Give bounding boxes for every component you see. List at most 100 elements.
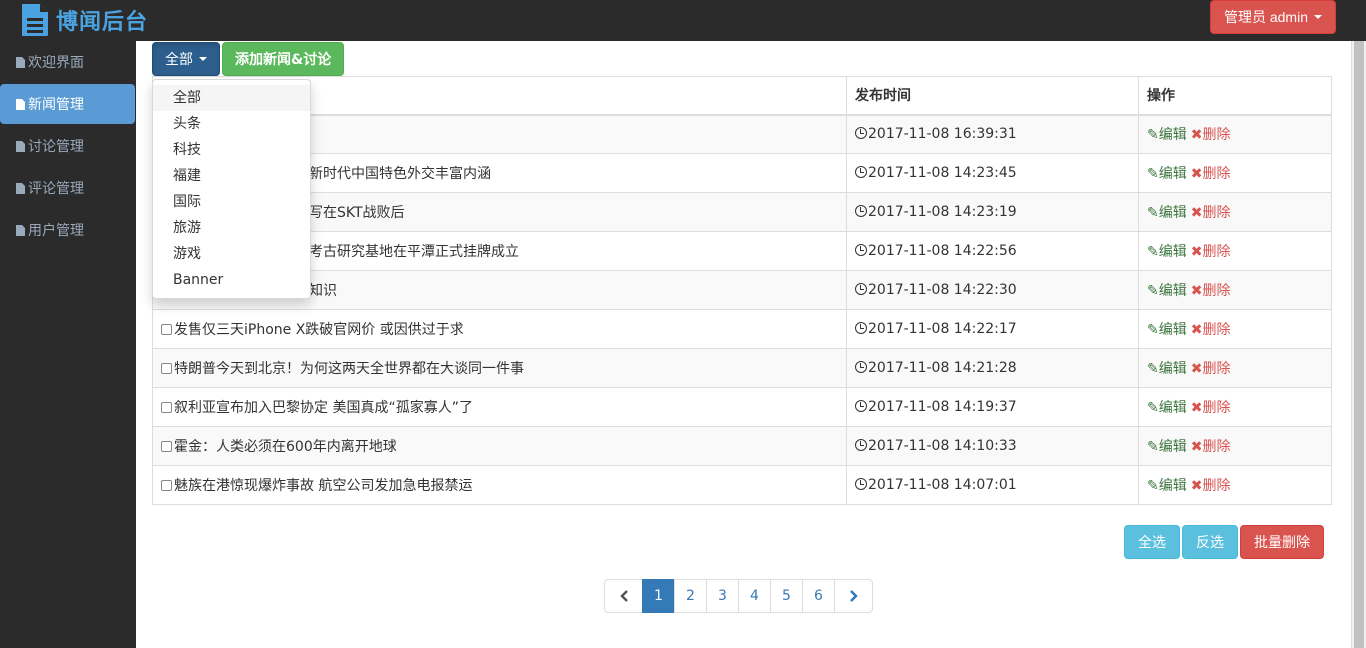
time-cell: 2017-11-08 14:22:30 bbox=[846, 270, 1139, 310]
page-6-button[interactable]: 6 bbox=[802, 579, 835, 613]
edit-link[interactable]: ✎编辑 bbox=[1147, 478, 1187, 494]
admin-menu-button[interactable]: 管理员 admin bbox=[1209, 0, 1336, 34]
page-5-button[interactable]: 5 bbox=[770, 579, 803, 613]
news-title: 新时代中国特色外交丰富内涵 bbox=[309, 166, 491, 182]
select-all-button[interactable]: 全选 bbox=[1124, 525, 1180, 559]
logo[interactable]: 博闻后台 bbox=[20, 2, 148, 38]
dropdown-option[interactable]: 游戏 bbox=[153, 241, 310, 267]
dropdown-option[interactable]: 头条 bbox=[153, 111, 310, 137]
dropdown-option[interactable]: 全部 bbox=[153, 85, 310, 111]
edit-label: 编辑 bbox=[1158, 439, 1187, 455]
category-filter-button[interactable]: 全部 bbox=[152, 42, 220, 76]
publish-time: 2017-11-08 14:23:45 bbox=[868, 165, 1017, 181]
delete-label: 删除 bbox=[1202, 361, 1231, 377]
pencil-icon: ✎ bbox=[1147, 361, 1159, 377]
publish-time: 2017-11-08 16:39:31 bbox=[868, 126, 1017, 143]
prev-page-button[interactable] bbox=[604, 579, 643, 613]
delete-link[interactable]: ✖删除 bbox=[1191, 127, 1231, 143]
file-icon bbox=[16, 224, 25, 236]
title-cell: 叙利亚宣布加入巴黎协定 美国真成“孤家寡人”了 bbox=[152, 387, 847, 427]
delete-link[interactable]: ✖删除 bbox=[1191, 322, 1231, 338]
edit-link[interactable]: ✎编辑 bbox=[1147, 361, 1187, 377]
row-checkbox[interactable] bbox=[161, 402, 172, 413]
page-3-button[interactable]: 3 bbox=[706, 579, 739, 613]
publish-time: 2017-11-08 14:22:17 bbox=[868, 321, 1017, 337]
publish-time: 2017-11-08 14:19:37 bbox=[868, 399, 1017, 415]
delete-label: 删除 bbox=[1202, 439, 1231, 455]
delete-link[interactable]: ✖删除 bbox=[1191, 166, 1231, 182]
dropdown-option[interactable]: Banner bbox=[153, 267, 310, 293]
pencil-icon: ✎ bbox=[1147, 166, 1159, 182]
dropdown-option[interactable]: 国际 bbox=[153, 189, 310, 215]
ops-cell: ✎编辑 ✖删除 bbox=[1138, 309, 1332, 349]
remove-icon: ✖ bbox=[1190, 361, 1203, 377]
edit-link[interactable]: ✎编辑 bbox=[1147, 283, 1187, 299]
sidebar-item-news[interactable]: 新闻管理 bbox=[0, 84, 135, 124]
delete-link[interactable]: ✖删除 bbox=[1191, 478, 1231, 494]
row-checkbox[interactable] bbox=[161, 363, 172, 374]
row-checkbox[interactable] bbox=[161, 324, 172, 335]
delete-link[interactable]: ✖删除 bbox=[1191, 439, 1231, 455]
dropdown-option[interactable]: 旅游 bbox=[153, 215, 310, 241]
edit-link[interactable]: ✎编辑 bbox=[1147, 166, 1187, 182]
dropdown-option[interactable]: 福建 bbox=[153, 163, 310, 189]
clock-icon bbox=[855, 361, 867, 373]
invert-selection-button[interactable]: 反选 bbox=[1182, 525, 1238, 559]
delete-link[interactable]: ✖删除 bbox=[1191, 400, 1231, 416]
delete-link[interactable]: ✖删除 bbox=[1191, 205, 1231, 221]
ops-cell: ✎编辑 ✖删除 bbox=[1138, 348, 1332, 388]
row-checkbox[interactable] bbox=[161, 480, 172, 491]
scrollbar-thumb[interactable] bbox=[1354, 41, 1364, 648]
title-cell: 魅族在港惊现爆炸事故 航空公司发加急电报禁运 bbox=[152, 465, 847, 505]
sidebar-item-welcome[interactable]: 欢迎界面 bbox=[0, 42, 135, 82]
edit-label: 编辑 bbox=[1158, 400, 1187, 416]
edit-link[interactable]: ✎编辑 bbox=[1147, 322, 1187, 338]
edit-label: 编辑 bbox=[1158, 166, 1187, 182]
clock-icon bbox=[855, 322, 867, 334]
delete-label: 删除 bbox=[1202, 205, 1231, 221]
dropdown-option[interactable]: 科技 bbox=[153, 137, 310, 163]
next-page-button[interactable] bbox=[834, 579, 873, 613]
page-1-button[interactable]: 1 bbox=[642, 579, 675, 613]
edit-link[interactable]: ✎编辑 bbox=[1147, 439, 1187, 455]
delete-label: 删除 bbox=[1202, 400, 1231, 416]
chevron-right-icon bbox=[849, 590, 858, 602]
time-cell: 2017-11-08 14:21:28 bbox=[846, 348, 1139, 388]
news-title: 知识 bbox=[309, 283, 337, 299]
caret-down-icon bbox=[1314, 15, 1322, 19]
remove-icon: ✖ bbox=[1190, 322, 1203, 338]
clock-icon bbox=[855, 400, 867, 412]
clock-icon bbox=[855, 166, 867, 178]
edit-link[interactable]: ✎编辑 bbox=[1147, 244, 1187, 260]
time-cell: 2017-11-08 14:19:37 bbox=[846, 387, 1139, 427]
delete-link[interactable]: ✖删除 bbox=[1191, 244, 1231, 260]
table-row: 特朗普今天到北京！为何这两天全世界都在大谈同一件事 2017-11-08 14:2… bbox=[152, 348, 1332, 388]
edit-label: 编辑 bbox=[1158, 361, 1187, 377]
sidebar-item-discussion[interactable]: 讨论管理 bbox=[0, 126, 135, 166]
edit-label: 编辑 bbox=[1158, 127, 1187, 144]
edit-link[interactable]: ✎编辑 bbox=[1147, 400, 1187, 416]
scrollbar[interactable] bbox=[1351, 41, 1366, 648]
pencil-icon: ✎ bbox=[1147, 400, 1159, 416]
row-checkbox[interactable] bbox=[161, 441, 172, 452]
document-icon bbox=[20, 3, 50, 37]
sidebar: 欢迎界面 新闻管理 讨论管理 评论管理 用户管理 bbox=[0, 40, 135, 648]
edit-link[interactable]: ✎编辑 bbox=[1147, 205, 1187, 221]
time-cell: 2017-11-08 14:23:19 bbox=[846, 192, 1139, 232]
delete-link[interactable]: ✖删除 bbox=[1191, 283, 1231, 299]
news-title: 考古研究基地在平潭正式挂牌成立 bbox=[309, 244, 519, 260]
ops-cell: ✎编辑 ✖删除 bbox=[1138, 231, 1332, 271]
sidebar-item-label: 新闻管理 bbox=[28, 97, 84, 113]
chevron-left-icon bbox=[619, 590, 628, 602]
edit-link[interactable]: ✎编辑 bbox=[1147, 127, 1187, 143]
batch-delete-button[interactable]: 批量删除 bbox=[1240, 525, 1324, 559]
remove-icon: ✖ bbox=[1190, 283, 1203, 299]
sidebar-item-users[interactable]: 用户管理 bbox=[0, 210, 135, 250]
clock-icon bbox=[855, 439, 867, 451]
page-4-button[interactable]: 4 bbox=[738, 579, 771, 613]
page-2-button[interactable]: 2 bbox=[674, 579, 707, 613]
delete-link[interactable]: ✖删除 bbox=[1191, 361, 1231, 377]
sidebar-item-comments[interactable]: 评论管理 bbox=[0, 168, 135, 208]
ops-cell: ✎编辑 ✖删除 bbox=[1138, 387, 1332, 427]
add-news-button[interactable]: 添加新闻&讨论 bbox=[222, 42, 345, 76]
